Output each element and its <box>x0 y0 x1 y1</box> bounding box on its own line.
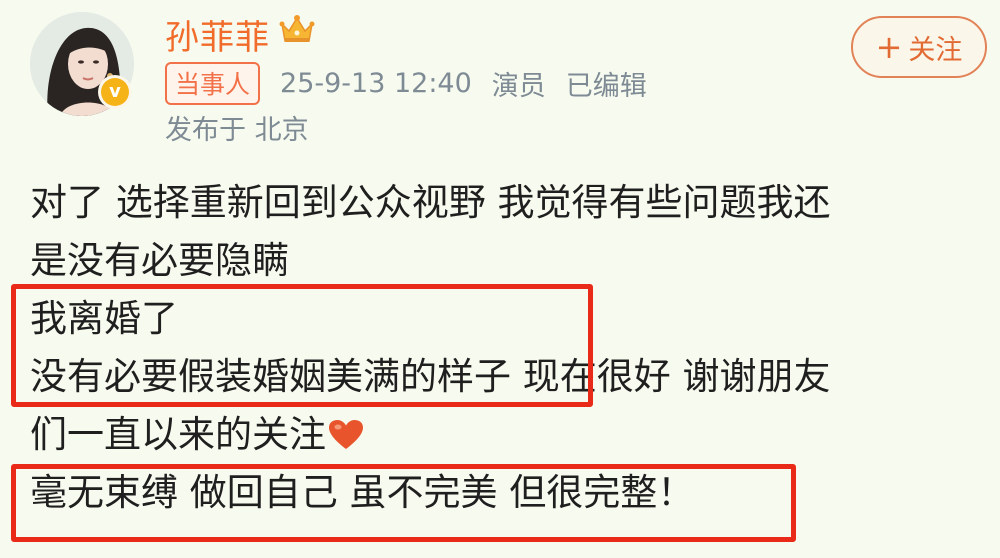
username[interactable]: 孙菲菲 <box>165 10 270 59</box>
post-location: 发布于 北京 <box>165 115 309 146</box>
verified-badge-icon: v <box>101 78 129 106</box>
post-line: 们一直以来的关注 <box>30 413 326 456</box>
highlight-box-closing <box>11 464 796 542</box>
plus-icon: + <box>875 28 903 66</box>
party-badge: 当事人 <box>165 62 261 105</box>
post-meta: 当事人 25-9-13 12:40 演员 已编辑 <box>165 62 647 105</box>
post-line: 是没有必要隐瞒 <box>30 239 289 282</box>
vip-crown-icon[interactable] <box>279 14 315 46</box>
post-timestamp[interactable]: 25-9-13 12:40 <box>280 68 472 99</box>
highlight-box-divorce <box>11 284 593 407</box>
follow-button[interactable]: + 关注 <box>851 16 987 78</box>
heart-emoji <box>329 420 363 449</box>
verified-badge: v <box>98 75 132 109</box>
post-line: 对了 选择重新回到公众视野 我觉得有些问题我还 <box>30 181 831 224</box>
edited-label[interactable]: 已编辑 <box>566 64 647 103</box>
post-line-with-heart: 们一直以来的关注 <box>30 406 980 464</box>
user-role: 演员 <box>491 71 546 102</box>
follow-label: 关注 <box>908 34 963 66</box>
